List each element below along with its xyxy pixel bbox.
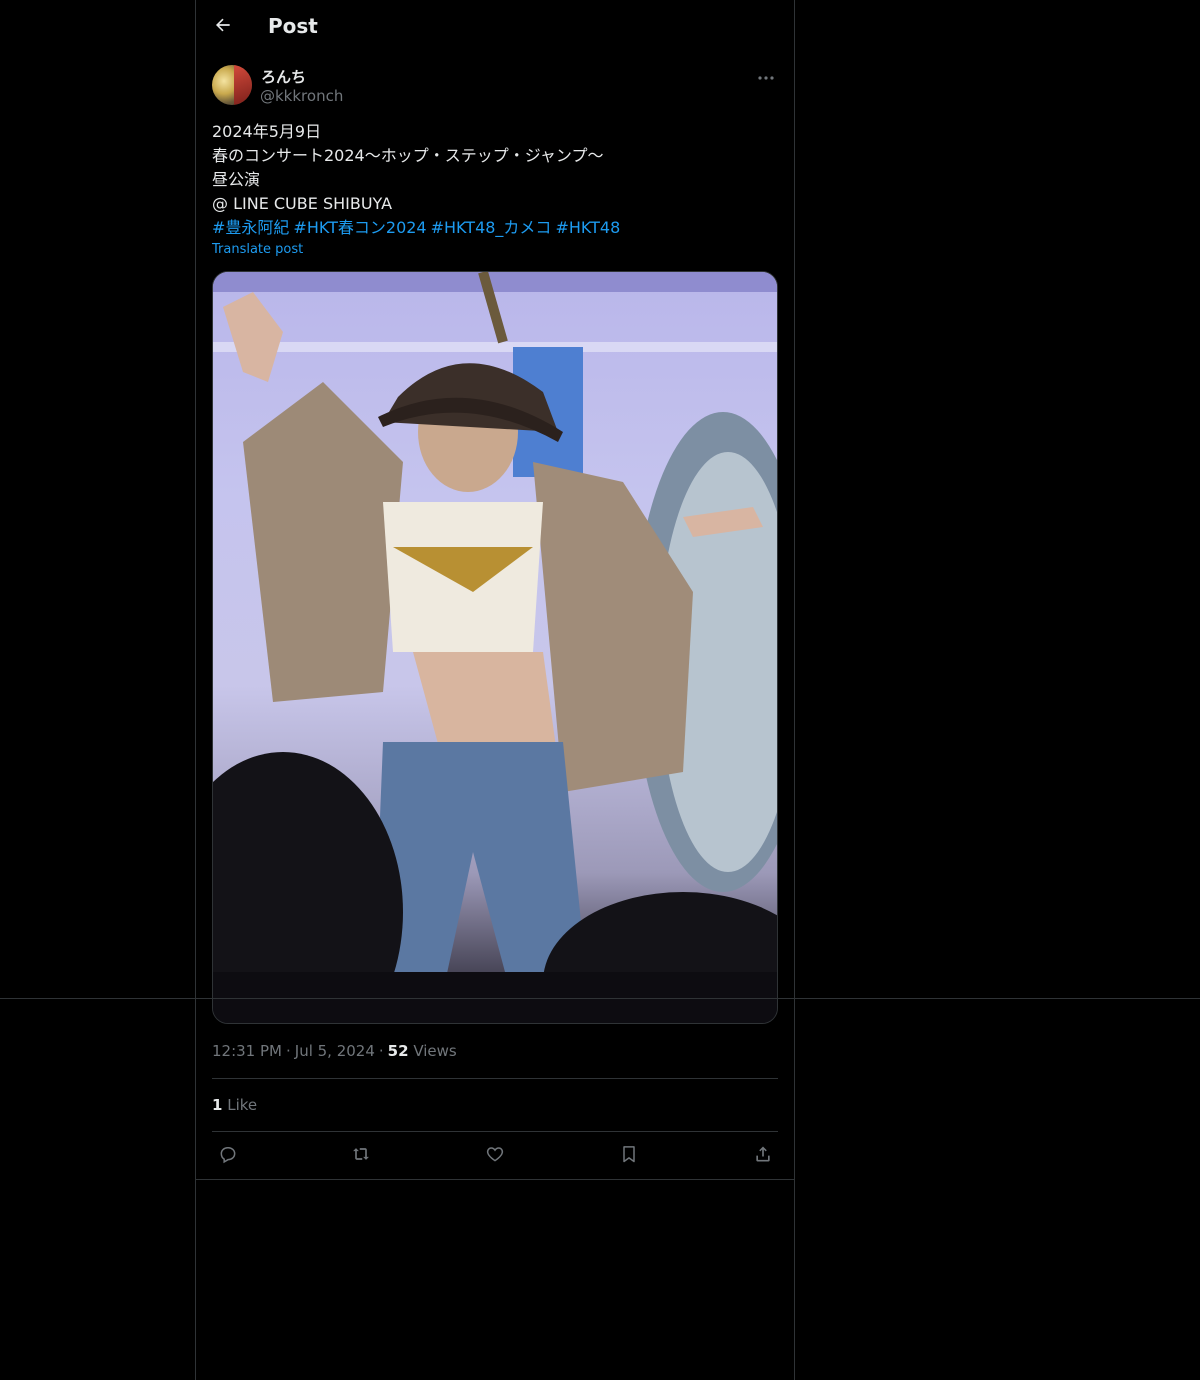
- avatar[interactable]: [212, 65, 252, 105]
- share-icon: [753, 1144, 773, 1168]
- concert-photo-image: [213, 272, 777, 1023]
- page-title: Post: [268, 14, 318, 38]
- hashtag-link[interactable]: #HKT春コン2024: [293, 218, 426, 237]
- divider: [0, 998, 1200, 999]
- tweet-line: 昼公演: [212, 170, 261, 189]
- reply-icon: [218, 1144, 238, 1168]
- like-icon: [485, 1144, 505, 1168]
- bookmark-icon: [619, 1144, 639, 1168]
- repost-button[interactable]: [345, 1140, 377, 1172]
- likes-count: 1: [212, 1096, 223, 1114]
- views-count: 52: [387, 1042, 409, 1060]
- likes-label: Like: [227, 1096, 258, 1114]
- more-button[interactable]: [754, 65, 778, 85]
- repost-icon: [351, 1144, 371, 1168]
- tweet-line: @ LINE CUBE SHIBUYA: [212, 194, 393, 213]
- hashtag-link[interactable]: #HKT48: [555, 218, 620, 237]
- likes-summary[interactable]: 1 Like: [212, 1096, 257, 1114]
- meta-separator: ·: [378, 1042, 384, 1060]
- author-handle[interactable]: @kkkronch: [260, 87, 343, 105]
- hashtag-link[interactable]: #HKT48_カメコ: [431, 218, 552, 237]
- post-meta: 12:31 PM · Jul 5, 2024 · 52 Views: [212, 1042, 457, 1060]
- back-button[interactable]: [208, 12, 238, 42]
- hashtag-link[interactable]: #豊永阿紀: [212, 218, 289, 237]
- action-bar: [212, 1140, 778, 1172]
- post-photo[interactable]: [212, 271, 778, 1024]
- tweet-text: 2024年5月9日 春のコンサート2024〜ホップ・ステップ・ジャンプ〜 昼公演…: [212, 120, 778, 240]
- post-time[interactable]: 12:31 PM: [212, 1042, 282, 1060]
- back-arrow-icon: [213, 15, 233, 39]
- divider: [196, 1179, 794, 1180]
- hashtag-list: #豊永阿紀 #HKT春コン2024 #HKT48_カメコ #HKT48: [212, 216, 778, 240]
- reply-button[interactable]: [212, 1140, 244, 1172]
- share-button[interactable]: [747, 1140, 779, 1172]
- bookmark-button[interactable]: [613, 1140, 645, 1172]
- divider: [212, 1078, 778, 1079]
- tweet-line: 春のコンサート2024〜ホップ・ステップ・ジャンプ〜: [212, 146, 604, 165]
- post-column: Post ろんち @kkkronch 2024年5月9日 春のコンサート2024…: [195, 0, 795, 1380]
- tweet-line: 2024年5月9日: [212, 122, 322, 141]
- divider: [212, 1131, 778, 1132]
- meta-separator: ·: [285, 1042, 291, 1060]
- post-header: Post: [196, 0, 794, 55]
- translate-post-link[interactable]: Translate post: [212, 242, 303, 257]
- more-icon: [757, 66, 775, 85]
- post-date[interactable]: Jul 5, 2024: [295, 1042, 375, 1060]
- like-button[interactable]: [479, 1140, 511, 1172]
- author-display-name[interactable]: ろんち: [261, 66, 306, 87]
- author-row: ろんち @kkkronch: [212, 65, 778, 107]
- views-label: Views: [413, 1042, 457, 1060]
